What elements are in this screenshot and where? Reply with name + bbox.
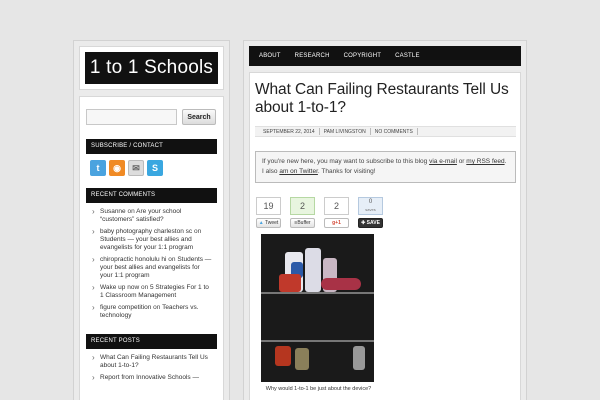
- save-count: 0 saves: [358, 197, 383, 215]
- email-subscribe-link[interactable]: via e-mail: [429, 158, 457, 165]
- comment-author[interactable]: baby photography charleston sc: [100, 228, 192, 235]
- recent-comments-title: RECENT COMMENTS: [86, 188, 217, 203]
- nav-castle[interactable]: CASTLE: [388, 53, 427, 59]
- comment-author[interactable]: chiropractic honolulu hi: [100, 256, 166, 263]
- photo-shelf: [261, 292, 374, 294]
- pin-icon: ✚: [361, 220, 366, 226]
- can: [353, 346, 365, 370]
- twitter-link[interactable]: am on Twitter: [279, 168, 318, 175]
- jar: [275, 346, 291, 366]
- tweet-label: Tweet: [264, 220, 279, 226]
- main-content: ABOUT RESEARCH COPYRIGHT CASTLE What Can…: [243, 40, 527, 400]
- comment-on: on: [140, 284, 149, 291]
- gplus-label: +1: [335, 220, 341, 226]
- search-form: Search: [86, 109, 217, 125]
- nav-copyright[interactable]: COPYRIGHT: [337, 53, 388, 59]
- buffer-share: 2 ≡Buffer: [290, 197, 315, 228]
- comment-item: Susanne on Are your school “customers” s…: [92, 208, 213, 224]
- gplus-share: 2 g+1: [324, 197, 349, 228]
- jar: [295, 348, 309, 370]
- milk-jug: [305, 248, 321, 292]
- comment-author[interactable]: Susanne: [100, 208, 126, 215]
- twitter-icon[interactable]: t: [90, 160, 106, 176]
- comment-item: Wake up now on 5 Strategies For 1 to 1 C…: [92, 284, 213, 300]
- social-icons: t ◉ ✉ S: [86, 154, 217, 188]
- post-comments-link[interactable]: NO COMMENTS: [371, 129, 417, 135]
- tweet-count: 19: [256, 197, 281, 215]
- share-buttons: 19 ▲ Tweet 2 ≡Buffer 2 g+1 0 saves ✚ SAVE: [255, 197, 516, 228]
- tweet-button[interactable]: ▲ Tweet: [256, 218, 281, 228]
- comment-item: chiropractic honolulu hi on Students — y…: [92, 256, 213, 280]
- gplus-count: 2: [324, 197, 349, 215]
- notice-text: or: [456, 158, 467, 165]
- comment-item: baby photography charleston sc on Studen…: [92, 228, 213, 252]
- rss-feed-link[interactable]: my RSS feed: [466, 158, 504, 165]
- save-count-value: 0: [368, 199, 373, 205]
- recent-post-item[interactable]: What Can Failing Restaurants Tell Us abo…: [92, 354, 213, 370]
- comment-author[interactable]: figure competition: [100, 304, 151, 311]
- comment-item: figure competition on Teachers vs. techn…: [92, 304, 213, 320]
- recent-posts-list: What Can Failing Restaurants Tell Us abo…: [86, 349, 217, 396]
- photo-caption: Why would 1-to-1 be just about the devic…: [265, 386, 372, 392]
- gplus-button[interactable]: g+1: [324, 218, 349, 228]
- notice-text: . Thanks for visiting!: [317, 168, 376, 175]
- subscribe-notice: If you're new here, you may want to subs…: [255, 151, 516, 183]
- sidebar: 1 to 1 Schools Search SUBSCRIBE / CONTAC…: [73, 40, 230, 400]
- sidebar-widgets: Search SUBSCRIBE / CONTACT t ◉ ✉ S RECEN…: [79, 96, 224, 400]
- recent-post-item[interactable]: Report from Innovative Schools —: [92, 374, 213, 382]
- post-meta: SEPTEMBER 22, 2014 PAM LIVINGSTON NO COM…: [255, 126, 516, 137]
- post-figure: Why would 1-to-1 be just about the devic…: [261, 234, 376, 393]
- refrigerator-photo: [261, 234, 374, 382]
- post-article: What Can Failing Restaurants Tell Us abo…: [249, 72, 521, 400]
- rss-icon[interactable]: ◉: [109, 160, 125, 176]
- comment-on: on: [193, 228, 202, 235]
- red-bag: [279, 274, 301, 292]
- buffer-count: 2: [290, 197, 315, 215]
- save-label: SAVE: [366, 220, 380, 226]
- search-input[interactable]: [86, 109, 177, 125]
- post-author[interactable]: PAM LIVINGSTON: [320, 129, 370, 135]
- nav-research[interactable]: RESEARCH: [288, 53, 337, 59]
- photo-shelf: [261, 340, 374, 342]
- nav-about[interactable]: ABOUT: [252, 53, 288, 59]
- comment-on: on: [127, 208, 135, 215]
- save-share: 0 saves ✚ SAVE: [358, 197, 383, 228]
- comment-author[interactable]: Wake up now: [100, 284, 139, 291]
- site-logo[interactable]: 1 to 1 Schools: [85, 52, 218, 84]
- meta-divider: [416, 128, 418, 135]
- top-nav: ABOUT RESEARCH COPYRIGHT CASTLE: [249, 46, 521, 66]
- recent-post-link[interactable]: What Can Failing Restaurants Tell Us abo…: [100, 354, 208, 369]
- buffer-button[interactable]: ≡Buffer: [290, 218, 315, 228]
- comment-post-link[interactable]: Students — your best allies and evangeli…: [100, 236, 193, 251]
- comment-on: on: [153, 304, 161, 311]
- search-button[interactable]: Search: [182, 109, 216, 125]
- post-title[interactable]: What Can Failing Restaurants Tell Us abo…: [255, 81, 516, 117]
- skype-icon[interactable]: S: [147, 160, 163, 176]
- recent-comments-list: Susanne on Are your school “customers” s…: [86, 203, 217, 334]
- save-button[interactable]: ✚ SAVE: [358, 218, 383, 228]
- notice-text: If you're new here, you may want to subs…: [262, 158, 430, 165]
- post-date: SEPTEMBER 22, 2014: [263, 128, 315, 135]
- bird-icon: ▲: [258, 220, 264, 226]
- save-count-label: saves: [365, 207, 376, 212]
- mail-icon[interactable]: ✉: [128, 160, 144, 176]
- fruit-bowl: [321, 278, 361, 290]
- tweet-share: 19 ▲ Tweet: [256, 197, 281, 228]
- buffer-label: Buffer: [297, 220, 311, 226]
- logo-box: 1 to 1 Schools: [79, 46, 224, 90]
- comment-on: on: [168, 256, 176, 263]
- recent-posts-title: RECENT POSTS: [86, 334, 217, 349]
- recent-post-link[interactable]: Report from Innovative Schools —: [100, 374, 199, 381]
- subscribe-widget-title: SUBSCRIBE / CONTACT: [86, 139, 217, 154]
